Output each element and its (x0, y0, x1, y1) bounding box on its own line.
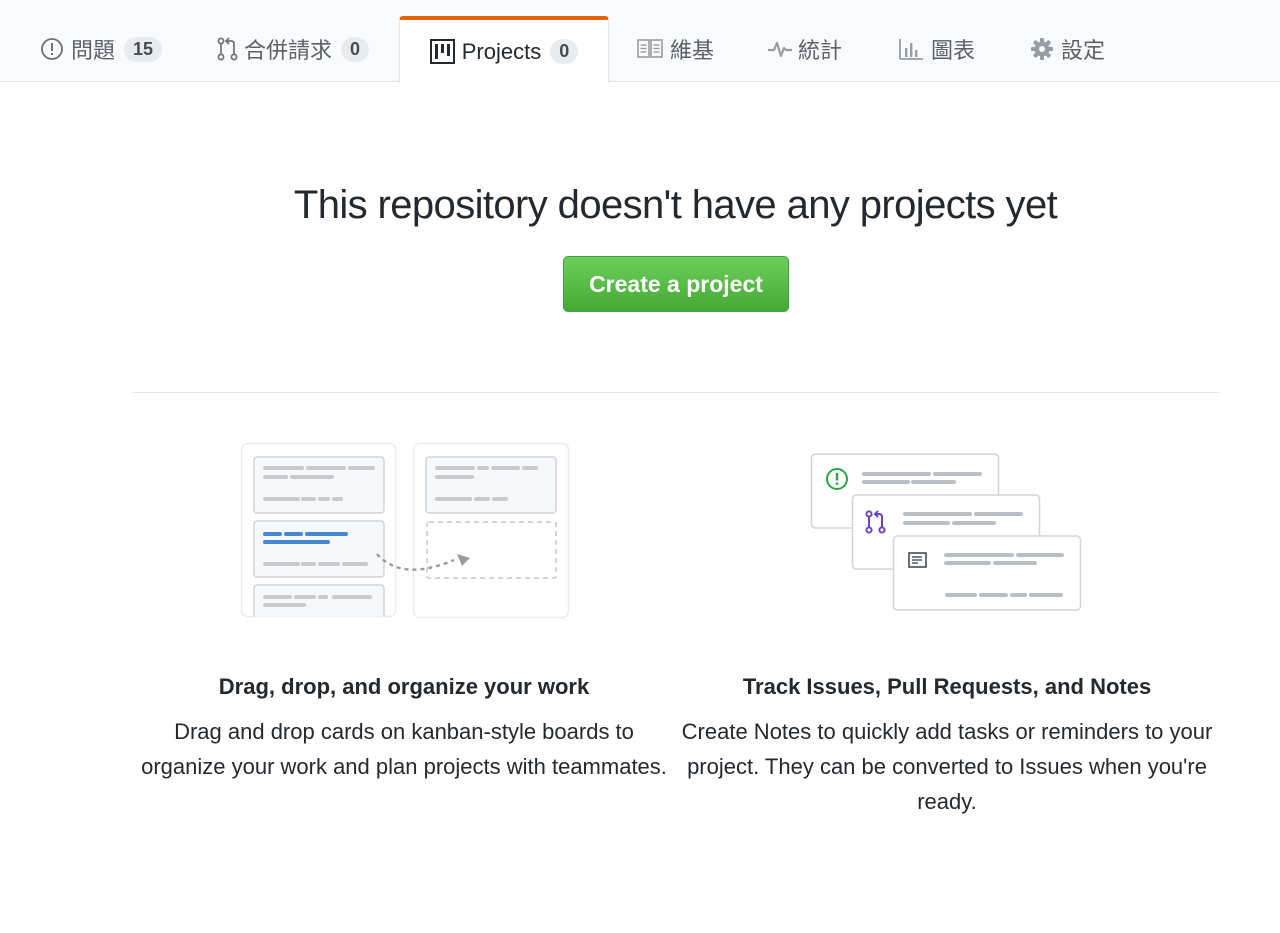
tab-settings[interactable]: 設定 (1030, 16, 1105, 82)
feature-description: Create Notes to quickly add tasks or rem… (681, 719, 1213, 814)
blankslate-heading: This repository doesn't have any project… (293, 183, 1058, 227)
tab-graphs[interactable]: 圖表 (898, 16, 975, 82)
feature-title: Track Issues, Pull Requests, and Notes (742, 674, 1152, 699)
git-pull-request-icon (216, 36, 240, 62)
tab-label: 維基 (670, 38, 715, 63)
issue-opened-icon (40, 37, 64, 61)
tab-pull-requests[interactable]: 合併請求 0 (216, 16, 370, 82)
divider (133, 392, 1219, 393)
tab-counter: 15 (124, 36, 163, 62)
graph-icon (898, 37, 924, 61)
tab-label: 問題 (71, 38, 116, 63)
tab-wiki[interactable]: 維基 (637, 16, 714, 82)
tab-projects[interactable]: Projects 0 (399, 16, 609, 83)
repo-nav: 問題 15 合併請求 0 Projects 0 維基 統計 圖表 設定 (0, 0, 1280, 83)
kanban-board-illustration (240, 442, 570, 619)
tab-counter: 0 (550, 39, 579, 64)
cards-stack-illustration (810, 453, 1082, 611)
tab-pulse[interactable]: 統計 (767, 16, 842, 82)
create-project-button[interactable]: Create a project (563, 256, 789, 312)
tab-label: Projects (461, 38, 542, 64)
tab-label: 設定 (1061, 38, 1106, 63)
gear-icon (1030, 37, 1054, 61)
tab-issues[interactable]: 問題 15 (40, 16, 163, 82)
tab-label: 圖表 (931, 38, 976, 63)
feature-title: Drag, drop, and organize your work (218, 674, 590, 699)
project-icon (429, 39, 455, 64)
pulse-icon (767, 39, 793, 59)
book-icon (637, 38, 663, 60)
tab-label: 合併請求 (244, 38, 333, 63)
tab-counter: 0 (341, 36, 370, 62)
tab-label: 統計 (798, 38, 843, 63)
feature-description: Drag and drop cards on kanban-style boar… (141, 719, 667, 779)
